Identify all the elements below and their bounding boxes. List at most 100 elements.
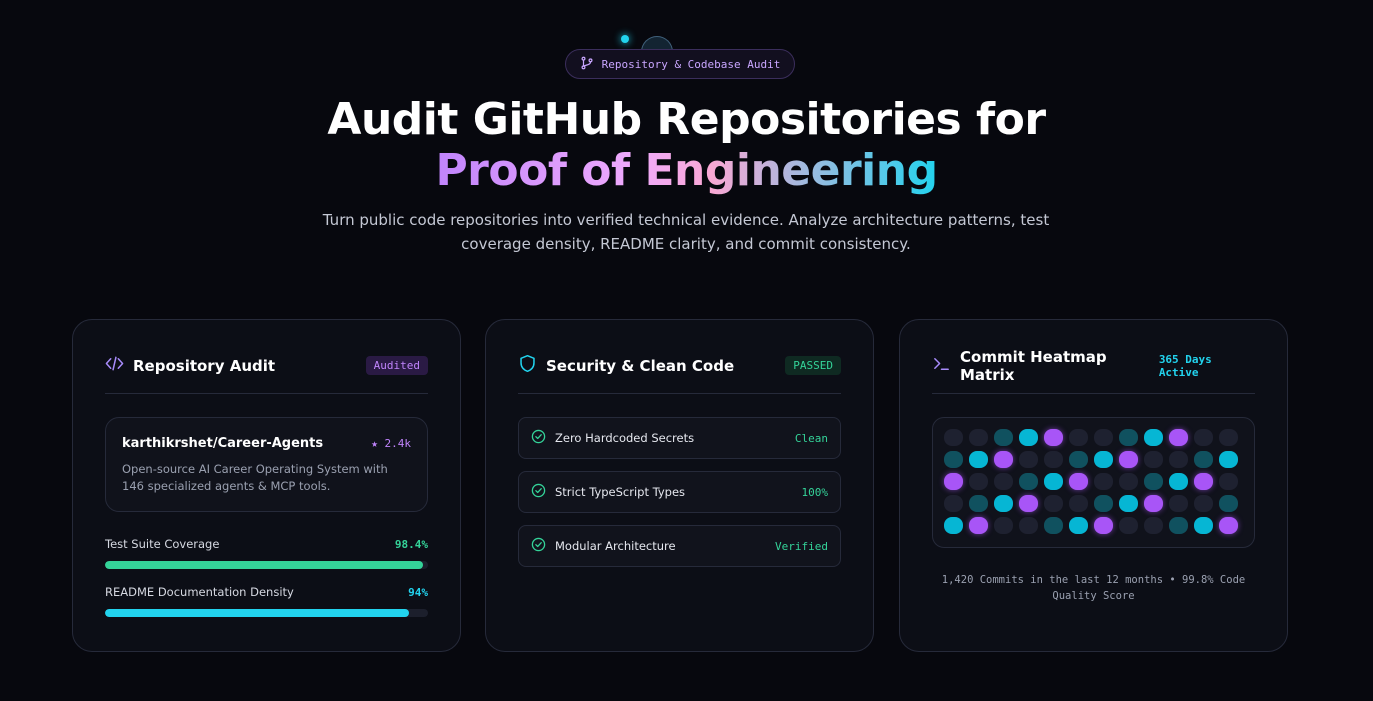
heatmap-cell[interactable] (969, 429, 988, 446)
heatmap-cell[interactable] (1194, 429, 1213, 446)
heatmap-cell[interactable] (969, 473, 988, 490)
card-header: Security & Clean Code PASSED (518, 352, 841, 394)
card-title: Repository Audit (133, 356, 276, 375)
heatmap-cell[interactable] (1069, 517, 1088, 534)
terminal-icon (932, 354, 951, 377)
check-circle-icon (531, 537, 546, 555)
card-header: Repository Audit Audited (105, 352, 428, 394)
hero-title: Audit GitHub Repositories for (327, 94, 1046, 145)
heatmap-cell[interactable] (1194, 495, 1213, 512)
heatmap-cell[interactable] (1219, 495, 1238, 512)
heatmap-cell[interactable] (969, 451, 988, 468)
metric-label: README Documentation Density (105, 585, 294, 599)
heatmap-cell[interactable] (1019, 429, 1038, 446)
heatmap-cell[interactable] (1169, 429, 1188, 446)
heatmap-cell[interactable] (1019, 517, 1038, 534)
heatmap-cell[interactable] (1144, 495, 1163, 512)
heatmap-cell[interactable] (994, 495, 1013, 512)
heatmap-cell[interactable] (1094, 517, 1113, 534)
heatmap-cell[interactable] (1144, 473, 1163, 490)
section-pill-label: Repository & Codebase Audit (601, 57, 781, 71)
repo-summary[interactable]: karthikrshet/Career-Agents ★ 2.4k Open-s… (105, 417, 428, 512)
heatmap-cell[interactable] (994, 473, 1013, 490)
heatmap-cell[interactable] (1019, 451, 1038, 468)
heatmap-cell[interactable] (994, 517, 1013, 534)
metric-test-coverage: Test Suite Coverage 98.4% (105, 537, 428, 569)
check-label: Zero Hardcoded Secrets (555, 431, 695, 445)
heatmap-cell[interactable] (944, 473, 963, 490)
heatmap-cell[interactable] (1144, 517, 1163, 534)
heatmap-cell[interactable] (1194, 517, 1213, 534)
hero-subtitle: Turn public code repositories into verif… (322, 211, 1050, 253)
heatmap-cell[interactable] (1094, 473, 1113, 490)
heatmap-cell[interactable] (1069, 495, 1088, 512)
metric-readme-density: README Documentation Density 94% (105, 585, 428, 617)
glow-dot-decoration (621, 35, 629, 43)
heatmap-cell[interactable] (1169, 451, 1188, 468)
heatmap-caption: 1,420 Commits in the last 12 months • 99… (941, 574, 1246, 602)
activity-badge: 365 Days Active (1158, 352, 1212, 379)
heatmap-cell[interactable] (1144, 429, 1163, 446)
check-circle-icon (531, 429, 546, 447)
check-label: Modular Architecture (555, 539, 676, 553)
check-value: 100% (801, 485, 829, 499)
heatmap-cell[interactable] (994, 451, 1013, 468)
heatmap-cell[interactable] (944, 429, 963, 446)
heatmap-cell[interactable] (1119, 451, 1138, 468)
shield-icon (518, 354, 537, 377)
heatmap-cell[interactable] (1219, 517, 1238, 534)
card-header: Commit Heatmap Matrix 365 Days Active (932, 348, 1255, 394)
heatmap-cell[interactable] (1119, 495, 1138, 512)
check-item[interactable]: Strict TypeScript Types 100% (518, 471, 841, 513)
heatmap-cell[interactable] (1044, 451, 1063, 468)
heatmap-cell[interactable] (944, 517, 963, 534)
commit-heatmap-card: Commit Heatmap Matrix 365 Days Active 1,… (899, 319, 1288, 652)
heatmap-cell[interactable] (944, 451, 963, 468)
heatmap-cell[interactable] (1019, 495, 1038, 512)
heatmap-cell[interactable] (1094, 451, 1113, 468)
hero-title-highlight: Proof of Engineering (0, 145, 1373, 197)
git-branch-icon (580, 56, 594, 73)
security-card: Security & Clean Code PASSED Zero Hardco… (485, 319, 874, 652)
heatmap-cell[interactable] (1094, 429, 1113, 446)
check-item[interactable]: Zero Hardcoded Secrets Clean (518, 417, 841, 459)
heatmap-cell[interactable] (1044, 517, 1063, 534)
heatmap-cell[interactable] (1044, 473, 1063, 490)
repo-description: Open-source AI Career Operating System w… (122, 462, 388, 493)
heatmap-cell[interactable] (1069, 473, 1088, 490)
heatmap-cell[interactable] (1144, 451, 1163, 468)
check-label: Strict TypeScript Types (555, 485, 686, 499)
status-badge: Audited (365, 356, 428, 375)
heatmap-cell[interactable] (1044, 429, 1063, 446)
progress-track (105, 609, 428, 617)
progress-fill (105, 561, 423, 569)
metric-label: Test Suite Coverage (105, 537, 220, 551)
heatmap-cell[interactable] (1169, 473, 1188, 490)
card-title: Security & Clean Code (546, 356, 735, 375)
heatmap-cell[interactable] (1094, 495, 1113, 512)
heatmap-cell[interactable] (969, 517, 988, 534)
heatmap-cell[interactable] (1069, 429, 1088, 446)
heatmap-cell[interactable] (1019, 473, 1038, 490)
heatmap-cell[interactable] (994, 429, 1013, 446)
heatmap-cell[interactable] (1119, 429, 1138, 446)
heatmap-cell[interactable] (1194, 473, 1213, 490)
heatmap-cell[interactable] (1219, 429, 1238, 446)
metric-value: 94% (408, 585, 428, 599)
heatmap-cell[interactable] (969, 495, 988, 512)
repo-name[interactable]: karthikrshet/Career-Agents (122, 436, 323, 451)
check-value: Verified (775, 539, 828, 553)
heatmap-cell[interactable] (1119, 473, 1138, 490)
heatmap-cell[interactable] (1044, 495, 1063, 512)
heatmap-cell[interactable] (1119, 517, 1138, 534)
heatmap-cell[interactable] (1219, 451, 1238, 468)
card-title: Commit Heatmap Matrix (960, 347, 1107, 384)
heatmap-cell[interactable] (1194, 451, 1213, 468)
heatmap-cell[interactable] (1169, 495, 1188, 512)
heatmap-cell[interactable] (1169, 517, 1188, 534)
heatmap-cell[interactable] (1069, 451, 1088, 468)
heatmap-cell[interactable] (944, 495, 963, 512)
heatmap-cell[interactable] (1219, 473, 1238, 490)
hero-title-gradient-text: Proof of Engineering (435, 145, 938, 196)
check-item[interactable]: Modular Architecture Verified (518, 525, 841, 567)
